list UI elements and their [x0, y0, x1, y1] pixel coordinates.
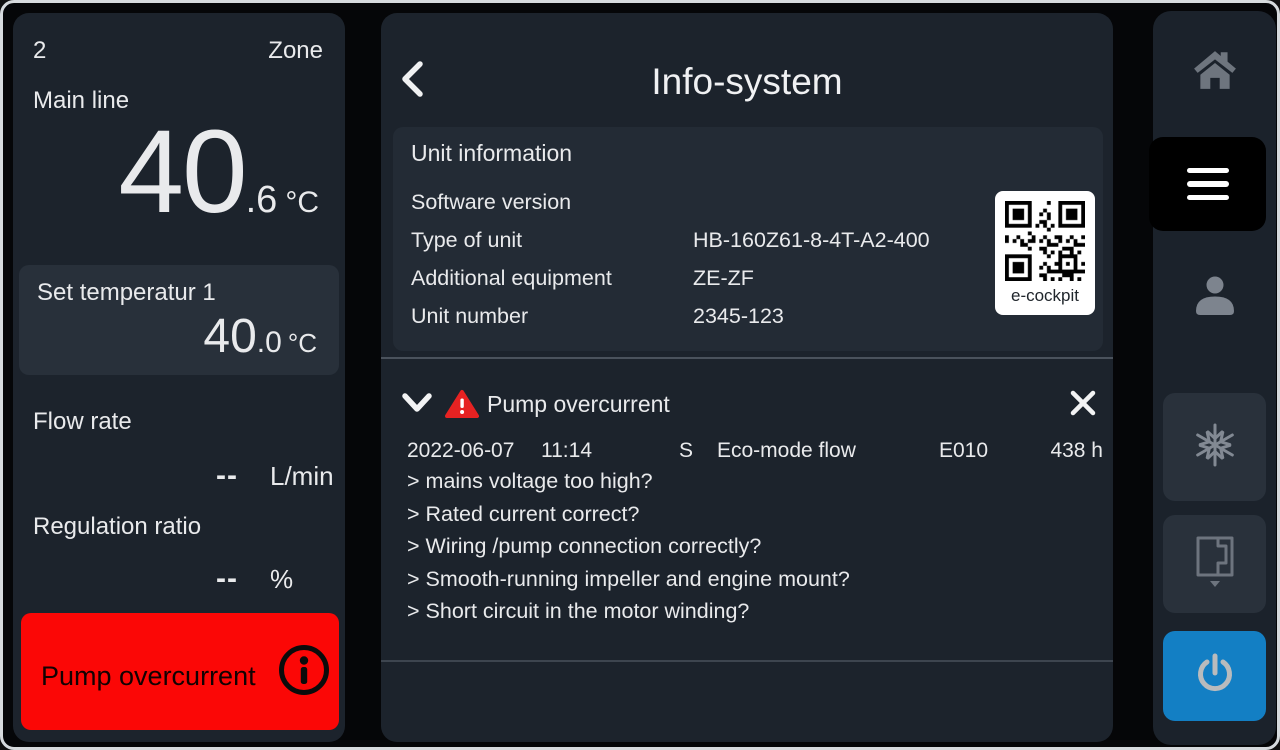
divider: [381, 660, 1113, 662]
qr-label: e-cockpit: [995, 286, 1095, 306]
flow-rate-value: --: [13, 459, 238, 493]
set-temp-frac: .0: [257, 326, 282, 359]
unit-info-label: Software version: [411, 190, 693, 215]
actual-temp-unit: °C: [285, 186, 319, 219]
divider: [381, 357, 1113, 359]
sidebar-item-home[interactable]: [1153, 11, 1276, 133]
alarm-detail-title: Pump overcurrent: [487, 391, 670, 418]
regulation-ratio-label: Regulation ratio: [33, 513, 201, 541]
checklist-item: > Short circuit in the motor winding?: [407, 595, 850, 628]
alarm-banner-label: Pump overcurrent: [41, 661, 256, 692]
qr-code: [1005, 201, 1085, 281]
sidebar-item-menu[interactable]: [1149, 137, 1266, 231]
set-temp-label: Set temperatur 1: [37, 279, 321, 307]
alarm-banner[interactable]: Pump overcurrent: [21, 613, 339, 730]
unit-info-label: Additional equipment: [411, 266, 693, 291]
sidebar-item-cooling[interactable]: [1163, 393, 1266, 501]
alarm-meta-row: 2022-06-07 11:14 S Eco-mode flow E010 43…: [381, 439, 1113, 467]
qr-card: e-cockpit: [995, 191, 1095, 315]
unit-info-row: Software version: [411, 183, 971, 221]
collapse-alarm-chevron-icon[interactable]: [401, 391, 433, 415]
unit-info-label: Type of unit: [411, 228, 693, 253]
unit-info-value: 2345-123: [693, 304, 784, 329]
unit-information-rows: Software version Type of unit HB-160Z61-…: [411, 183, 971, 335]
line-label: Main line: [33, 87, 129, 115]
unit-info-row: Type of unit HB-160Z61-8-4T-A2-400: [411, 221, 971, 259]
power-icon: [1192, 651, 1238, 702]
flow-rate-label: Flow rate: [33, 408, 132, 436]
user-icon: [1192, 274, 1238, 323]
hmi-screen: 2 Zone Main line 40.6°C Set temperatur 1…: [0, 0, 1280, 750]
set-temperature-value: 40.0°C: [203, 313, 317, 361]
regulation-ratio-value: --: [13, 562, 238, 596]
snowflake-icon: [1191, 421, 1239, 474]
checklist-item: > Wiring /pump connection correctly?: [407, 530, 850, 563]
checklist-item: > Smooth-running impeller and engine mou…: [407, 563, 850, 596]
alarm-operating-hours: 438 h: [1050, 439, 1103, 463]
flow-rate-unit: L/min: [270, 461, 334, 491]
mold-icon: [1191, 533, 1239, 596]
actual-temperature: 40.6°C: [118, 113, 319, 231]
sidebar-item-user[interactable]: [1153, 243, 1276, 353]
alarm-mode: Eco-mode flow: [717, 439, 856, 463]
unit-information-title: Unit information: [411, 139, 572, 167]
alarm-code: E010: [939, 439, 988, 463]
zone-number: 2: [33, 37, 46, 65]
zone-header: 2 Zone: [33, 37, 323, 65]
regulation-ratio-unit: %: [270, 564, 293, 594]
unit-information-section: Unit information Software version Type o…: [393, 127, 1103, 351]
alarm-date: 2022-06-07: [407, 439, 514, 463]
flow-rate-row: -- L/min: [13, 459, 345, 493]
unit-info-row: Unit number 2345-123: [411, 297, 971, 335]
unit-info-value: ZE-ZF: [693, 266, 754, 291]
alarm-flag: S: [679, 439, 693, 463]
actual-temp-frac: .6: [246, 179, 278, 221]
zone-panel: 2 Zone Main line 40.6°C Set temperatur 1…: [13, 13, 345, 742]
page-title: Info-system: [381, 61, 1113, 103]
info-icon[interactable]: [277, 643, 331, 697]
checklist-item: > mains voltage too high?: [407, 465, 850, 498]
menu-icon: [1187, 168, 1229, 201]
home-icon: [1192, 49, 1238, 96]
warning-icon: [445, 389, 479, 419]
set-temperature-card[interactable]: Set temperatur 1 40.0°C: [19, 265, 339, 375]
set-temp-unit: °C: [288, 328, 317, 358]
regulation-ratio-row: --%: [13, 562, 345, 596]
unit-info-value: HB-160Z61-8-4T-A2-400: [693, 228, 930, 253]
zone-label: Zone: [268, 37, 323, 65]
set-temp-int: 40: [203, 310, 256, 363]
alarm-checklist: > mains voltage too high? > Rated curren…: [407, 465, 850, 628]
sidebar-item-mold[interactable]: [1163, 515, 1266, 613]
info-system-panel: Info-system Unit information Software ve…: [381, 13, 1113, 742]
alarm-time: 11:14: [541, 439, 592, 463]
sidebar-item-power[interactable]: [1163, 631, 1266, 721]
unit-info-row: Additional equipment ZE-ZF: [411, 259, 971, 297]
checklist-item: > Rated current correct?: [407, 498, 850, 531]
unit-info-label: Unit number: [411, 304, 693, 329]
actual-temp-int: 40: [118, 106, 245, 238]
close-alarm-icon[interactable]: [1069, 389, 1097, 417]
